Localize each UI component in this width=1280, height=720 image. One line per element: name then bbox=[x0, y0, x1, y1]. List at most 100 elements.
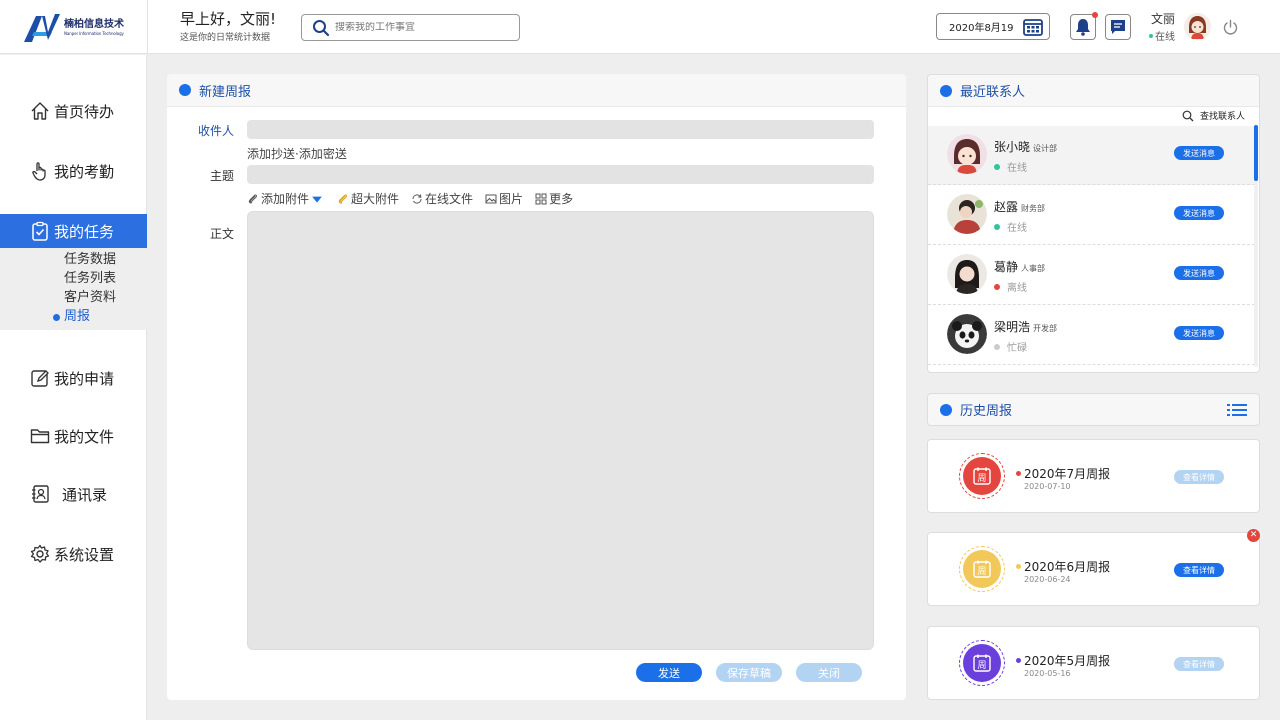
message-button[interactable] bbox=[1105, 14, 1131, 40]
notification-button[interactable] bbox=[1070, 12, 1098, 40]
contact-avatar bbox=[947, 194, 987, 234]
contact-row[interactable]: 梁明浩 开发部 忙碌 发送消息 bbox=[928, 306, 1255, 365]
compose-header: 新建周报 bbox=[167, 74, 906, 107]
task-check-icon bbox=[32, 221, 48, 241]
sidebar-item-home[interactable]: 首页待办 bbox=[0, 94, 147, 128]
date-picker[interactable]: 2020年8月19 bbox=[936, 13, 1050, 40]
contacts-title: 最近联系人 bbox=[960, 85, 1026, 100]
body-textarea[interactable] bbox=[247, 211, 874, 650]
more-button[interactable]: 更多 bbox=[535, 190, 573, 207]
contact-name: 张小晓 bbox=[994, 140, 1031, 154]
sidebar-item-applications[interactable]: 我的申请 bbox=[0, 361, 147, 395]
sidebar-item-settings[interactable]: 系统设置 bbox=[0, 537, 147, 571]
send-button[interactable]: 发送 bbox=[636, 663, 702, 682]
report-dot bbox=[1016, 471, 1021, 476]
search-box[interactable] bbox=[301, 14, 520, 41]
folder-icon bbox=[30, 429, 50, 444]
report-badge: 周 bbox=[959, 453, 1005, 499]
user-status-text: 在线 bbox=[1155, 32, 1175, 43]
close-button[interactable]: 关闭 bbox=[796, 663, 862, 682]
gear-icon bbox=[30, 544, 50, 563]
send-message-button[interactable]: 发送消息 bbox=[1174, 146, 1224, 160]
compose-panel: 新建周报 收件人 添加抄送·添加密送 主题 添加附件 超大附件 在线文件 图片 … bbox=[167, 74, 906, 700]
send-message-button[interactable]: 发送消息 bbox=[1174, 266, 1224, 280]
contact-status: 在线 bbox=[1007, 163, 1027, 174]
user-avatar-icon bbox=[1184, 13, 1211, 40]
title-dot bbox=[940, 84, 952, 97]
status-dot bbox=[994, 163, 1000, 170]
sidebar-item-files[interactable]: 我的文件 bbox=[0, 419, 147, 453]
contact-avatar-icon bbox=[947, 194, 987, 234]
logo-name-cn: 楠柏信息技术 bbox=[64, 19, 124, 30]
contact-name: 葛静 bbox=[994, 260, 1019, 274]
send-message-button[interactable]: 发送消息 bbox=[1174, 326, 1224, 340]
cloud-sync-icon bbox=[412, 193, 422, 204]
sidebar-item-label: 系统设置 bbox=[54, 545, 115, 564]
power-icon[interactable] bbox=[1222, 19, 1239, 36]
online-file-label: 在线文件 bbox=[425, 192, 474, 206]
title-dot bbox=[179, 84, 191, 96]
report-date: 2020-06-24 bbox=[1024, 575, 1071, 584]
recipient-input[interactable] bbox=[247, 120, 874, 139]
contact-status: 离线 bbox=[1007, 283, 1027, 294]
compose-title: 新建周报 bbox=[199, 84, 252, 100]
sidebar-item-tasks[interactable]: 我的任务 bbox=[0, 214, 147, 248]
sidebar-item-label: 我的申请 bbox=[54, 369, 115, 388]
greeting-subtitle: 这是你的日常统计数据 bbox=[180, 33, 271, 43]
report-dot bbox=[1016, 564, 1021, 569]
subject-input[interactable] bbox=[247, 165, 874, 184]
badge-text: 周 bbox=[977, 566, 986, 577]
calendar-week-icon: 周 bbox=[973, 560, 991, 578]
contacts-book-icon bbox=[32, 485, 49, 503]
hand-pointer-icon bbox=[32, 162, 46, 181]
find-contact-label: 查找联系人 bbox=[1199, 112, 1245, 122]
status-dot bbox=[994, 343, 1000, 350]
large-attachment-button[interactable]: 超大附件 bbox=[337, 190, 399, 207]
user-avatar[interactable] bbox=[1184, 13, 1211, 40]
image-icon bbox=[485, 194, 497, 203]
find-contact-button[interactable]: 查找联系人 bbox=[1182, 109, 1245, 122]
subnav-task-list[interactable]: 任务列表 bbox=[64, 271, 116, 287]
subnav-customer-info[interactable]: 客户资料 bbox=[64, 290, 116, 306]
subnav-task-data[interactable]: 任务数据 bbox=[64, 252, 116, 268]
calendar-week-icon: 周 bbox=[973, 654, 991, 672]
large-attachment-label: 超大附件 bbox=[351, 192, 400, 206]
view-details-button[interactable]: 查看详情 bbox=[1174, 563, 1224, 577]
contact-dept: 人事部 bbox=[1021, 264, 1046, 273]
recent-contacts-panel: 最近联系人 查找联系人 张小晓 设计部 在线 发送消息 赵露 财务部 在线 发送消息… bbox=[927, 74, 1260, 373]
history-report-card[interactable]: 周 2020年5月周报 2020-05-16 查看详情 bbox=[927, 626, 1260, 700]
title-dot bbox=[940, 403, 952, 416]
image-label: 图片 bbox=[499, 192, 524, 206]
history-report-card[interactable]: 周 2020年6月周报 2020-06-24 查看详情 bbox=[927, 532, 1260, 606]
online-file-button[interactable]: 在线文件 bbox=[411, 190, 473, 207]
search-input[interactable] bbox=[335, 22, 505, 33]
sidebar-item-label: 我的任务 bbox=[54, 222, 115, 241]
image-button[interactable]: 图片 bbox=[485, 190, 523, 207]
send-message-button[interactable]: 发送消息 bbox=[1174, 206, 1224, 220]
close-icon[interactable]: ✕ bbox=[1247, 529, 1260, 542]
contact-dept: 财务部 bbox=[1021, 204, 1046, 213]
cc-bcc-links[interactable]: 添加抄送·添加密送 bbox=[247, 145, 347, 162]
contacts-header: 最近联系人 bbox=[928, 75, 1259, 107]
view-details-button[interactable]: 查看详情 bbox=[1174, 657, 1224, 671]
sidebar-item-label: 通讯录 bbox=[62, 485, 108, 504]
sidebar-item-contacts[interactable]: 通讯录 bbox=[0, 477, 147, 511]
save-draft-button[interactable]: 保存草稿 bbox=[716, 663, 782, 682]
history-report-card[interactable]: 周 2020年7月周报 2020-07-10 查看详情 bbox=[927, 439, 1260, 513]
sidebar-item-attendance[interactable]: 我的考勤 bbox=[0, 154, 147, 188]
report-title: 2020年7月周报 bbox=[1024, 467, 1111, 481]
subnav-weekly-report[interactable]: 周报 bbox=[64, 309, 90, 325]
add-attachment-button[interactable]: 添加附件 bbox=[247, 190, 325, 207]
view-details-button[interactable]: 查看详情 bbox=[1174, 470, 1224, 484]
contacts-scrollbar-thumb[interactable] bbox=[1254, 125, 1258, 181]
contact-row[interactable]: 张小晓 设计部 在线 发送消息 bbox=[928, 126, 1255, 185]
top-header: 楠柏信息技术 Nanper Information Technology 早上好… bbox=[0, 0, 1280, 54]
list-icon[interactable] bbox=[1227, 403, 1247, 417]
contact-avatar-icon bbox=[947, 254, 987, 294]
edit-icon bbox=[31, 370, 49, 387]
contact-avatar bbox=[947, 254, 987, 294]
contact-row[interactable]: 赵露 财务部 在线 发送消息 bbox=[928, 186, 1255, 245]
contact-row[interactable]: 葛静 人事部 离线 发送消息 bbox=[928, 246, 1255, 305]
recipient-label: 收件人 bbox=[198, 124, 235, 138]
search-icon bbox=[313, 19, 330, 36]
